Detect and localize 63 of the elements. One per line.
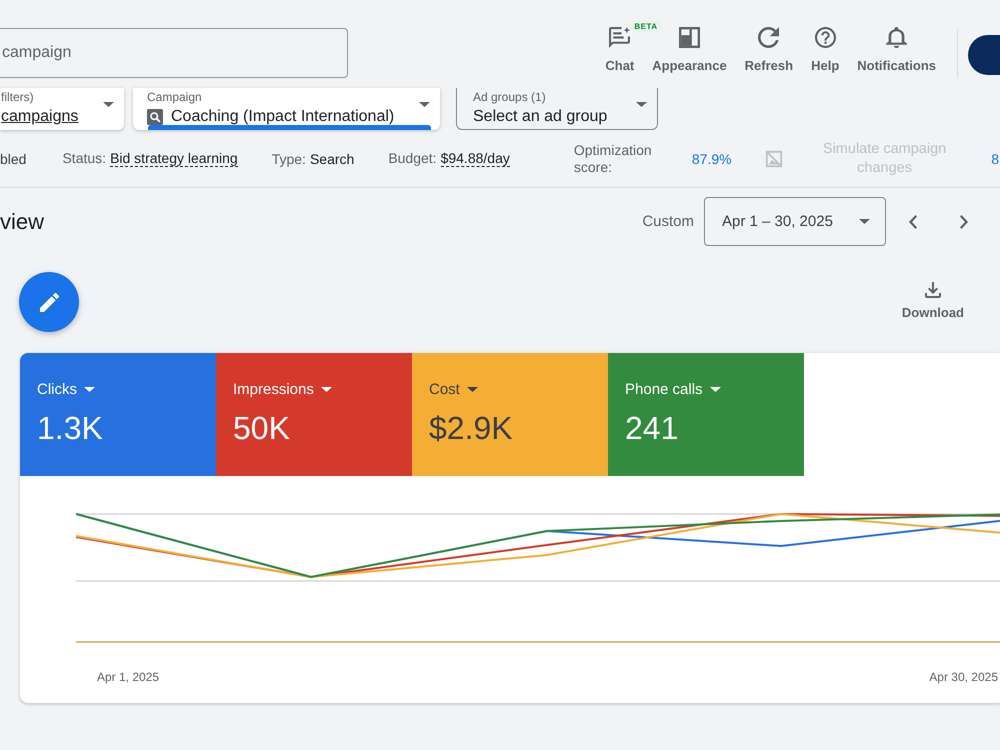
metric-value: $2.9K (429, 410, 513, 447)
metric-name: Phone calls (625, 381, 703, 398)
download-icon (924, 282, 941, 298)
chevron-left-icon (909, 214, 917, 228)
caret-icon (419, 102, 430, 107)
metric-name: Clicks (37, 381, 77, 398)
bell-icon (886, 27, 908, 48)
metric-value: 1.3K (37, 410, 103, 447)
axis-label: Apr 30, 2025 (929, 670, 998, 684)
caret-icon (859, 219, 870, 224)
metric-tile[interactable]: Cost $2.9K (412, 353, 608, 476)
search-field[interactable]: campaign (0, 28, 348, 78)
beta-badge: BETA (631, 21, 661, 32)
campaign-dropdown[interactable]: Campaign Coaching (Impact International) (133, 88, 440, 130)
axis-label: Apr 1, 2025 (97, 670, 160, 684)
caret-icon (466, 387, 478, 392)
notifications-button[interactable]: Notifications (848, 27, 945, 73)
refresh-icon (758, 27, 780, 48)
page-title: view (0, 208, 44, 234)
caret-icon (710, 387, 721, 392)
detail-label: Status: (62, 150, 106, 166)
caret-icon (636, 102, 647, 107)
score-label: Optimization score: (574, 142, 653, 176)
metric-tile[interactable]: Phone calls 241 (608, 353, 804, 476)
metric-name: Cost (429, 381, 460, 398)
filter-dropdown[interactable]: filters) campaigns (0, 88, 124, 130)
caret-icon (103, 102, 114, 107)
metric-name: Impressions (233, 381, 314, 398)
pill-button[interactable] (968, 35, 1000, 75)
ad-group-dropdown[interactable]: Ad groups (1) Select an ad group (456, 88, 658, 130)
metric-tile[interactable]: Clicks 1.3K (20, 353, 216, 476)
search-icon (147, 108, 163, 124)
edit-button[interactable] (19, 272, 79, 332)
detail-value: Search (310, 150, 354, 166)
dropdown-value: Select an ad group (473, 107, 608, 126)
date-range-dropdown[interactable]: Apr 1 – 30, 2025 (704, 197, 886, 246)
dropdown-label: Ad groups (1) (473, 90, 547, 104)
detail-label: Type: (272, 150, 306, 166)
chevron-right-icon (960, 214, 968, 228)
caret-icon (320, 387, 332, 392)
chat-icon (609, 27, 630, 48)
metric-value: 241 (625, 410, 678, 447)
refresh-button[interactable]: Refresh (736, 27, 802, 73)
range-label: Custom (642, 213, 694, 230)
detail-value: Bid strategy learning (110, 150, 238, 167)
score-value[interactable]: 87.9% (692, 150, 732, 166)
pencil-icon (40, 292, 58, 312)
detail-value: $94.88/day (440, 150, 510, 167)
download-button[interactable]: Download (902, 282, 964, 320)
help-icon (814, 27, 836, 48)
metric-value: 50K (233, 410, 290, 447)
crossed-out-icon (764, 150, 783, 168)
help-button[interactable]: Help (802, 27, 848, 73)
dropdown-value: Coaching (Impact International) (171, 107, 394, 126)
dropdown-label: filters) (1, 90, 35, 104)
campaign-state: bled (0, 150, 26, 166)
layout-icon (678, 27, 700, 48)
detail-label: Budget: (388, 150, 437, 166)
dropdown-value: campaigns (1, 107, 78, 126)
dropdown-label: Campaign (147, 90, 203, 104)
caret-icon (84, 387, 95, 392)
metric-tile[interactable]: Impressions 50K (216, 353, 412, 476)
partial-value[interactable]: 8 (991, 150, 999, 166)
